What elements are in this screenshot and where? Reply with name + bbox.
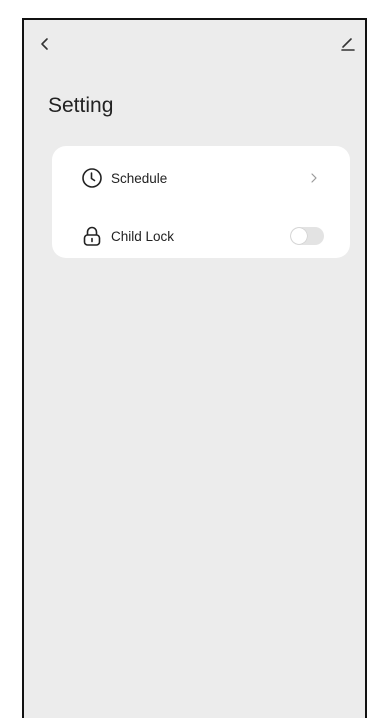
pencil-icon	[341, 38, 355, 51]
lock-icon	[81, 225, 103, 247]
settings-card: Schedule Child Lock	[52, 146, 350, 258]
page-title: Setting	[48, 94, 114, 117]
toggle-knob	[291, 228, 307, 244]
settings-item-label: Schedule	[111, 170, 168, 186]
chevron-left-icon	[41, 38, 48, 50]
settings-item-label: Child Lock	[111, 228, 175, 244]
phone-screen: Setting Schedule Child Lock	[22, 18, 367, 718]
clock-icon	[81, 167, 103, 189]
settings-item-schedule[interactable]: Schedule	[52, 150, 350, 206]
edit-button[interactable]	[337, 33, 359, 55]
settings-item-child-lock: Child Lock	[52, 208, 350, 264]
child-lock-toggle[interactable]	[290, 227, 324, 245]
top-bar	[24, 20, 365, 72]
chevron-right-icon	[308, 171, 320, 185]
back-button[interactable]	[34, 33, 56, 55]
